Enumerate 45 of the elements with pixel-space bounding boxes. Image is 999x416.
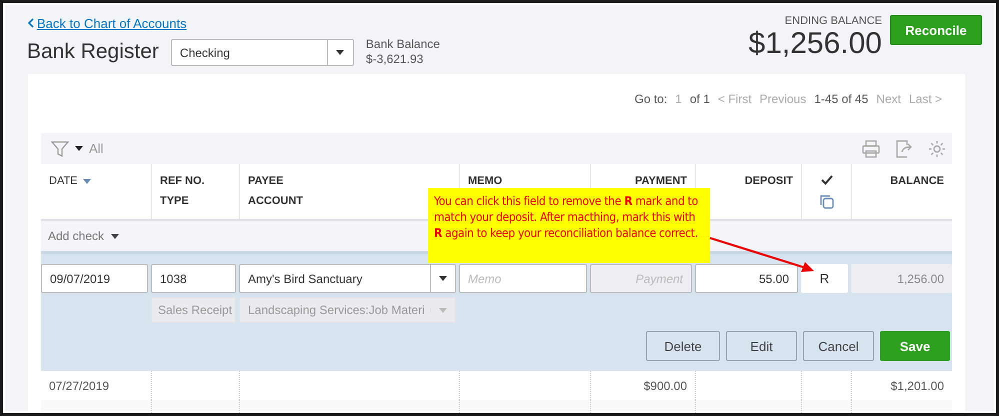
column-header[interactable]: DEPOSIT <box>744 175 793 187</box>
copy-icon[interactable] <box>820 195 834 209</box>
print-icon[interactable] <box>862 140 880 158</box>
bank-balance-value: $-3,621.93 <box>366 52 424 67</box>
goto-label: Go to: <box>634 92 668 108</box>
record-range: 1-45 of 45 <box>814 92 868 108</box>
balance-field: 1,256.00 <box>851 264 952 293</box>
filter-icon[interactable] <box>51 140 69 158</box>
annotation-callout: You can click this field to remove the R mark and to match your deposit. After macthing, mark this with R again to keep your reconciliation balance correct. <box>428 188 710 263</box>
caret-down-icon <box>336 50 344 54</box>
chevron-left-icon <box>27 18 34 28</box>
caret-down-icon[interactable] <box>111 234 120 238</box>
deposit-field[interactable]: 55.00 <box>695 264 798 293</box>
checkmark-icon <box>820 175 832 185</box>
add-check-label[interactable]: Add check <box>48 229 104 243</box>
memo-field[interactable]: Memo <box>459 264 587 293</box>
settings-icon[interactable] <box>928 140 946 158</box>
column-header[interactable]: DATE <box>49 175 78 187</box>
column-subheader: TYPE <box>160 195 189 207</box>
payee-dropdown[interactable]: Amy's Bird Sanctuary <box>239 264 456 293</box>
back-link[interactable]: Back to Chart of Accounts <box>27 16 187 30</box>
column-header[interactable]: PAYMENT <box>635 175 687 187</box>
sort-caret-icon[interactable] <box>82 178 91 184</box>
account-select[interactable]: Checking <box>170 38 354 66</box>
column-subheader: ACCOUNT <box>248 195 303 207</box>
column-header[interactable]: BALANCE <box>890 175 944 187</box>
ending-balance-label: ENDING BALANCE <box>784 15 882 27</box>
caret-down-icon[interactable] <box>75 146 83 151</box>
reconcile-status-field[interactable]: R <box>801 264 848 293</box>
column-header[interactable]: MEMO <box>468 175 502 187</box>
page-count: of 1 <box>690 92 710 108</box>
action-button[interactable]: Cancel <box>803 331 874 361</box>
action-button[interactable]: Edit <box>726 331 797 361</box>
date-field[interactable]: 09/07/2019 <box>41 264 148 293</box>
column-header[interactable]: PAYEE <box>248 175 284 187</box>
caret-down-icon <box>439 308 447 312</box>
bank-balance-label: Bank Balance <box>366 37 440 52</box>
action-button[interactable]: Delete <box>646 331 720 361</box>
caret-down-icon <box>439 276 447 281</box>
page-title: Bank Register <box>27 40 159 64</box>
export-icon[interactable] <box>895 140 913 158</box>
ref-no-field[interactable]: 1038 <box>151 264 236 293</box>
column-header[interactable]: REF NO. <box>160 175 205 187</box>
ending-balance-value: $1,256.00 <box>748 27 882 61</box>
date-cell-text: 07/27/2019 <box>48 378 110 395</box>
